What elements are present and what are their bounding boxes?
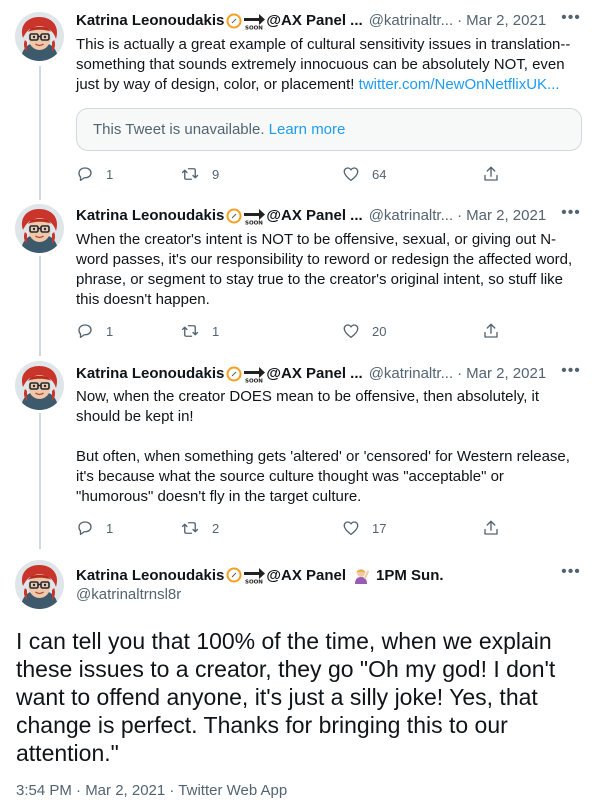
like-button[interactable]: 20: [342, 321, 386, 341]
share-button[interactable]: [482, 518, 500, 538]
tweet-header: Katrina Leonoudakis @AX Panel ... @katri…: [76, 205, 582, 226]
tweet-date[interactable]: Mar 2, 2021: [466, 206, 546, 226]
share-icon: [484, 323, 498, 338]
reply-icon: [78, 167, 92, 182]
retweet-button[interactable]: 2: [180, 518, 219, 538]
author-panel-suffix: 1PM Sun.: [376, 566, 444, 584]
action-bar: 1 1 20: [76, 321, 516, 341]
tweet-timestamp[interactable]: 3:54 PM · Mar 2, 2021 · Twitter Web App: [16, 781, 287, 801]
author-name[interactable]: Katrina Leonoudakis: [76, 206, 224, 226]
like-button[interactable]: 17: [342, 518, 386, 538]
reply-icon: [78, 324, 92, 339]
tweet-date[interactable]: Mar 2, 2021: [466, 364, 546, 384]
author-handle[interactable]: @katrinaltrnsl8r: [76, 585, 181, 605]
share-button[interactable]: [482, 164, 500, 184]
like-count: 17: [372, 520, 387, 536]
author-handle[interactable]: @katrinaltr...: [369, 206, 453, 226]
avatar[interactable]: [15, 361, 64, 410]
heart-icon: [343, 324, 359, 339]
tweet-header: Katrina Leonoudakis @AX Panel 1PM Sun.: [76, 565, 444, 585]
retweet-count: 2: [212, 520, 220, 536]
author-name[interactable]: Katrina Leonoudakis: [76, 364, 224, 384]
more-icon[interactable]: •••: [560, 205, 582, 226]
thread-line: [39, 256, 41, 356]
reply-button[interactable]: 1: [76, 321, 113, 341]
retweet-button[interactable]: 9: [180, 164, 219, 184]
retweet-count: 1: [212, 323, 220, 339]
tweet-date[interactable]: Mar 2, 2021: [466, 11, 546, 31]
tweet-text: When the creator's intent is NOT to be o…: [76, 231, 577, 308]
unavailable-quote-card: This Tweet is unavailable. Learn more: [76, 108, 582, 151]
share-icon: [484, 166, 498, 181]
separator-dot: ·: [457, 365, 463, 382]
reply-count: 1: [106, 520, 114, 536]
more-icon[interactable]: •••: [560, 564, 582, 585]
reply-button[interactable]: 1: [76, 164, 113, 184]
soon-arrow-emoji-icon: [226, 12, 266, 30]
avatar[interactable]: [15, 560, 64, 609]
person-gesturing-emoji-icon: [352, 566, 370, 584]
tweet-header: Katrina Leonoudakis @AX Panel ... @katri…: [76, 363, 582, 384]
tweet-text: This is actually a great example of cult…: [76, 35, 582, 95]
focused-tweet-text: I can tell you that 100% of the time, wh…: [16, 628, 556, 766]
separator-dot: ·: [457, 12, 463, 29]
retweet-icon: [181, 168, 199, 180]
soon-arrow-emoji-icon: [226, 207, 266, 225]
more-icon[interactable]: •••: [560, 363, 582, 384]
share-button[interactable]: [482, 321, 500, 341]
soon-arrow-emoji-icon: [226, 365, 266, 383]
retweet-icon: [181, 325, 199, 337]
author-panel-text: @AX Panel ...: [266, 207, 363, 224]
author-handle[interactable]: @katrinaltr...: [369, 11, 453, 31]
retweet-icon: [181, 522, 199, 534]
reply-count: 1: [106, 323, 114, 339]
author-name[interactable]: Katrina Leonoudakis: [76, 567, 224, 584]
action-bar: 1 2 17: [76, 518, 516, 538]
like-count: 20: [372, 323, 387, 339]
author-panel-text: @AX Panel ...: [266, 365, 363, 382]
reply-button[interactable]: 1: [76, 518, 113, 538]
avatar[interactable]: [15, 12, 64, 61]
share-icon: [484, 520, 498, 535]
like-button[interactable]: 64: [342, 164, 386, 184]
heart-icon: [343, 167, 359, 182]
author-panel-text: @AX Panel: [266, 566, 347, 584]
unavailable-text: This Tweet is unavailable.: [93, 121, 265, 138]
retweet-button[interactable]: 1: [180, 321, 219, 341]
heart-icon: [343, 521, 359, 536]
thread-line: [39, 66, 41, 200]
tweet-link[interactable]: twitter.com/NewOnNetflixUK...: [359, 76, 560, 93]
reply-count: 1: [106, 166, 114, 182]
like-count: 64: [372, 166, 387, 182]
tweet-header: Katrina Leonoudakis @AX Panel ... @katri…: [76, 10, 582, 31]
author-panel-text: @AX Panel ...: [266, 12, 363, 29]
tweet-text: Now, when the creator DOES mean to be of…: [76, 388, 570, 505]
retweet-count: 9: [212, 166, 220, 182]
learn-more-link[interactable]: Learn more: [269, 121, 346, 138]
thread-line: [39, 413, 41, 549]
soon-arrow-emoji-icon: [226, 566, 266, 584]
action-bar: 1 9 64: [76, 164, 516, 184]
more-icon[interactable]: •••: [560, 10, 582, 31]
author-name[interactable]: Katrina Leonoudakis: [76, 11, 224, 31]
separator-dot: ·: [457, 207, 463, 224]
avatar[interactable]: [15, 204, 64, 253]
author-handle[interactable]: @katrinaltr...: [369, 364, 453, 384]
reply-icon: [78, 521, 92, 536]
